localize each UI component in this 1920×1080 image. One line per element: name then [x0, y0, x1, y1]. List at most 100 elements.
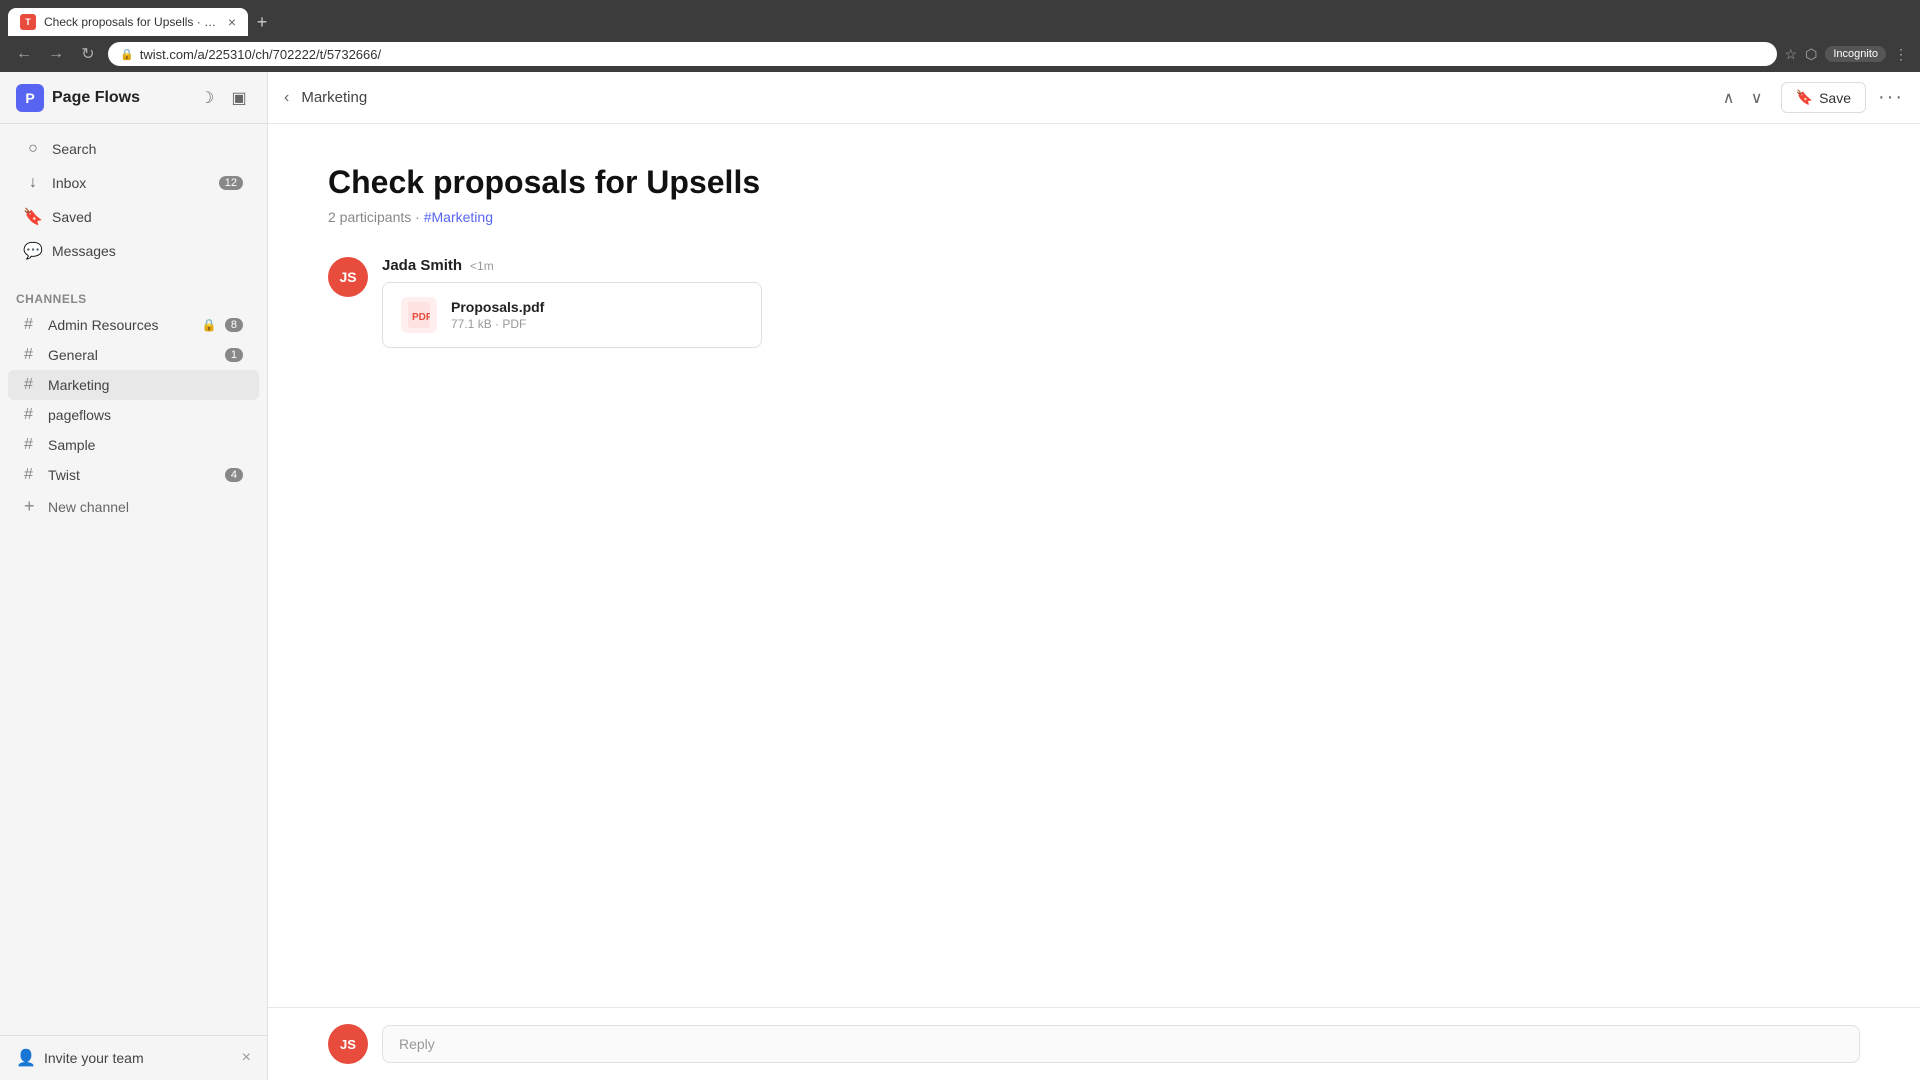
star-icon[interactable]: ☆	[1785, 46, 1798, 63]
sidebar-messages-label: Messages	[52, 243, 243, 259]
active-tab[interactable]: T Check proposals for Upsells · Pa... ×	[8, 8, 248, 36]
sidebar-item-saved[interactable]: 🔖 Saved	[8, 200, 259, 234]
save-button[interactable]: 🔖 Save	[1781, 82, 1866, 113]
sidebar-search-label: Search	[52, 141, 243, 157]
browser-chrome: T Check proposals for Upsells · Pa... × …	[0, 0, 1920, 72]
message-time: <1m	[470, 259, 494, 273]
message-header: Jada Smith <1m	[382, 257, 1860, 274]
channel-hash-icon: #	[24, 376, 40, 394]
refresh-button[interactable]: ↻	[76, 42, 100, 66]
sidebar-header-actions: ☽ ▣	[195, 86, 251, 110]
saved-icon: 🔖	[24, 208, 42, 226]
extensions-icon[interactable]: ⬡	[1805, 46, 1817, 63]
pdf-icon: PDF	[401, 297, 437, 333]
thread-content: Check proposals for Upsells 2 participan…	[268, 124, 1920, 1007]
inbox-badge: 12	[219, 176, 243, 190]
thread-title: Check proposals for Upsells	[328, 164, 1860, 201]
attachment-name: Proposals.pdf	[451, 299, 544, 315]
channel-hash-icon: #	[24, 346, 40, 364]
channel-hash-icon: #	[24, 406, 40, 424]
reply-area: JS Reply	[268, 1007, 1920, 1080]
channels-header: Channels	[0, 284, 267, 310]
channels-section: Channels # Admin Resources 🔒 8 # General…	[0, 276, 267, 1035]
sidebar-nav: ○ Search ↓ Inbox 12 🔖 Saved 💬 Messages	[0, 124, 267, 276]
sidebar-inbox-label: Inbox	[52, 175, 209, 191]
channel-name: Marketing	[48, 377, 243, 393]
channel-item-sample[interactable]: # Sample	[8, 430, 259, 460]
nav-up-button[interactable]: ∧	[1717, 86, 1741, 110]
thread-meta: 2 participants · #Marketing	[328, 209, 1860, 225]
reply-placeholder: Reply	[399, 1036, 435, 1052]
channel-hash-icon: #	[24, 436, 40, 454]
sidebar-item-messages[interactable]: 💬 Messages	[8, 234, 259, 268]
browser-nav-bar: ← → ↻ 🔒 twist.com/a/225310/ch/702222/t/5…	[0, 36, 1920, 72]
reply-avatar: JS	[328, 1024, 368, 1064]
tab-close-icon[interactable]: ×	[228, 15, 236, 29]
channel-item-pageflows[interactable]: # pageflows	[8, 400, 259, 430]
new-channel-button[interactable]: + New channel	[8, 490, 259, 523]
invite-team-close-icon[interactable]: ×	[242, 1049, 251, 1067]
reply-avatar-initials: JS	[340, 1037, 356, 1052]
channel-lock-icon: 🔒	[202, 318, 217, 332]
message-body: Jada Smith <1m PDF Proposals.pdf	[382, 257, 1860, 348]
app-container: P Page Flows ☽ ▣ ○ Search ↓ Inbox 12 🔖 S…	[0, 72, 1920, 1080]
menu-icon[interactable]: ⋮	[1894, 46, 1908, 63]
channel-item-general[interactable]: # General 1	[8, 340, 259, 370]
channel-name: General	[48, 347, 217, 363]
address-bar[interactable]: 🔒 twist.com/a/225310/ch/702222/t/5732666…	[108, 42, 1777, 66]
channel-badge: 4	[225, 468, 243, 482]
channel-tag-link[interactable]: #Marketing	[424, 209, 493, 225]
sidebar-item-inbox[interactable]: ↓ Inbox 12	[8, 166, 259, 200]
message-item: JS Jada Smith <1m PDF	[328, 257, 1860, 348]
more-options-button[interactable]: ···	[1878, 86, 1904, 109]
sidebar: P Page Flows ☽ ▣ ○ Search ↓ Inbox 12 🔖 S…	[0, 72, 268, 1080]
back-button[interactable]: ←	[12, 42, 36, 66]
breadcrumb: Marketing	[301, 89, 367, 106]
invite-team-item[interactable]: 👤 Invite your team ×	[0, 1035, 267, 1080]
attachment-info: Proposals.pdf 77.1 kB · PDF	[451, 299, 544, 331]
lock-icon: 🔒	[120, 48, 134, 61]
messages-icon: 💬	[24, 242, 42, 260]
layout-icon[interactable]: ▣	[227, 86, 251, 110]
attachment-item[interactable]: PDF Proposals.pdf 77.1 kB · PDF	[382, 282, 762, 348]
browser-tabs: T Check proposals for Upsells · Pa... × …	[0, 0, 1920, 36]
dark-mode-icon[interactable]: ☽	[195, 86, 219, 110]
tab-title: Check proposals for Upsells · Pa...	[44, 15, 220, 29]
app-name: Page Flows	[52, 89, 187, 107]
channel-hash-icon: #	[24, 316, 40, 334]
channel-item-marketing[interactable]: # Marketing	[8, 370, 259, 400]
channel-name: Sample	[48, 437, 243, 453]
reply-input[interactable]: Reply	[382, 1025, 1860, 1063]
attachment-meta: 77.1 kB · PDF	[451, 317, 544, 331]
inbox-icon: ↓	[24, 174, 42, 192]
search-icon: ○	[24, 140, 42, 158]
incognito-badge: Incognito	[1825, 46, 1886, 62]
sidebar-header: P Page Flows ☽ ▣	[0, 72, 267, 124]
channel-name: pageflows	[48, 407, 243, 423]
new-channel-label: New channel	[48, 499, 129, 515]
sidebar-item-search[interactable]: ○ Search	[8, 132, 259, 166]
invite-team-icon: 👤	[16, 1048, 36, 1068]
message-author: Jada Smith	[382, 257, 462, 274]
forward-button[interactable]: →	[44, 42, 68, 66]
channel-item-admin-resources[interactable]: # Admin Resources 🔒 8	[8, 310, 259, 340]
participants-count: 2 participants	[328, 209, 411, 225]
main-header-right: ∧ ∨ 🔖 Save ···	[1717, 82, 1904, 113]
nav-down-button[interactable]: ∨	[1745, 86, 1769, 110]
svg-text:PDF: PDF	[412, 312, 430, 323]
app-logo: P	[16, 84, 44, 112]
url-text: twist.com/a/225310/ch/702222/t/5732666/	[140, 47, 1765, 62]
tab-favicon: T	[20, 14, 36, 30]
main-header: ‹ Marketing ∧ ∨ 🔖 Save ···	[268, 72, 1920, 124]
avatar: JS	[328, 257, 368, 297]
channel-name: Admin Resources	[48, 317, 194, 333]
bookmark-icon: 🔖	[1796, 89, 1813, 106]
invite-team-label: Invite your team	[44, 1050, 234, 1066]
channel-badge: 8	[225, 318, 243, 332]
avatar-initials: JS	[339, 269, 356, 285]
plus-icon: +	[24, 496, 40, 517]
back-button[interactable]: ‹	[284, 89, 289, 107]
channel-item-twist[interactable]: # Twist 4	[8, 460, 259, 490]
browser-nav-right: ☆ ⬡ Incognito ⋮	[1785, 46, 1908, 63]
new-tab-button[interactable]: +	[248, 8, 276, 36]
